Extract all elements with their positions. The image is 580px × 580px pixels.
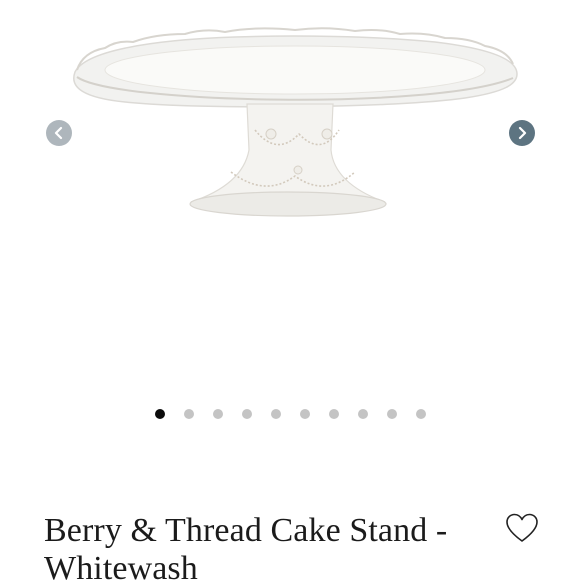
gallery-dot[interactable] (242, 409, 252, 419)
next-image-button[interactable] (509, 120, 535, 146)
gallery-dot[interactable] (300, 409, 310, 419)
chevron-left-icon (54, 126, 63, 140)
chevron-right-icon (518, 126, 527, 140)
gallery-dot[interactable] (329, 409, 339, 419)
wishlist-button[interactable] (505, 512, 539, 546)
gallery-dot[interactable] (213, 409, 223, 419)
product-image[interactable] (55, 22, 530, 237)
previous-image-button[interactable] (46, 120, 72, 146)
gallery-dot[interactable] (416, 409, 426, 419)
gallery-dot[interactable] (358, 409, 368, 419)
product-image-gallery[interactable] (0, 0, 580, 440)
gallery-dot[interactable] (184, 409, 194, 419)
gallery-dot[interactable] (271, 409, 281, 419)
gallery-dot[interactable] (387, 409, 397, 419)
heart-outline-icon (506, 513, 538, 542)
product-title: Berry & Thread Cake Stand - Whitewash (44, 512, 448, 580)
gallery-pagination-dots (155, 408, 426, 420)
gallery-dot[interactable] (155, 409, 165, 419)
